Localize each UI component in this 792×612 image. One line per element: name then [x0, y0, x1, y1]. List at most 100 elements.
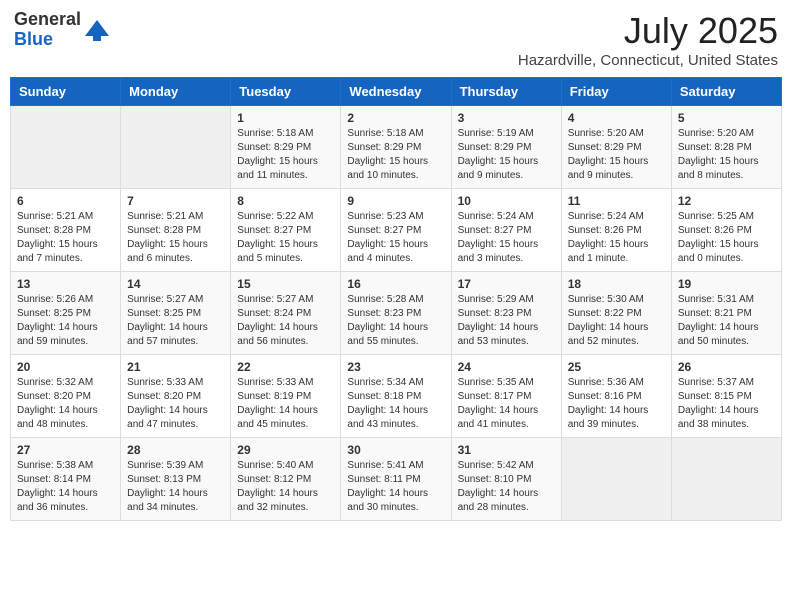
day-number: 13 — [17, 277, 114, 291]
calendar-cell: 24 Sunrise: 5:35 AMSunset: 8:17 PMDaylig… — [451, 355, 561, 438]
day-number: 6 — [17, 194, 114, 208]
calendar-cell: 23 Sunrise: 5:34 AMSunset: 8:18 PMDaylig… — [341, 355, 451, 438]
day-number: 1 — [237, 111, 334, 125]
day-info: Sunrise: 5:35 AMSunset: 8:17 PMDaylight:… — [458, 377, 539, 430]
calendar-week-row: 13 Sunrise: 5:26 AMSunset: 8:25 PMDaylig… — [11, 272, 782, 355]
day-info: Sunrise: 5:31 AMSunset: 8:21 PMDaylight:… — [678, 294, 759, 347]
calendar-cell: 18 Sunrise: 5:30 AMSunset: 8:22 PMDaylig… — [561, 272, 671, 355]
calendar-cell — [11, 106, 121, 189]
day-info: Sunrise: 5:38 AMSunset: 8:14 PMDaylight:… — [17, 460, 98, 513]
weekday-header: Friday — [561, 78, 671, 106]
calendar-cell: 25 Sunrise: 5:36 AMSunset: 8:16 PMDaylig… — [561, 355, 671, 438]
day-info: Sunrise: 5:41 AMSunset: 8:11 PMDaylight:… — [347, 460, 428, 513]
calendar-cell: 19 Sunrise: 5:31 AMSunset: 8:21 PMDaylig… — [671, 272, 781, 355]
calendar-cell: 12 Sunrise: 5:25 AMSunset: 8:26 PMDaylig… — [671, 189, 781, 272]
logo-general: General — [14, 10, 81, 30]
calendar-cell — [561, 438, 671, 521]
day-info: Sunrise: 5:27 AMSunset: 8:25 PMDaylight:… — [127, 294, 208, 347]
calendar-cell: 6 Sunrise: 5:21 AMSunset: 8:28 PMDayligh… — [11, 189, 121, 272]
day-number: 17 — [458, 277, 555, 291]
day-number: 8 — [237, 194, 334, 208]
calendar-cell: 17 Sunrise: 5:29 AMSunset: 8:23 PMDaylig… — [451, 272, 561, 355]
day-info: Sunrise: 5:29 AMSunset: 8:23 PMDaylight:… — [458, 294, 539, 347]
day-info: Sunrise: 5:33 AMSunset: 8:19 PMDaylight:… — [237, 377, 318, 430]
calendar-cell: 28 Sunrise: 5:39 AMSunset: 8:13 PMDaylig… — [121, 438, 231, 521]
calendar-cell: 5 Sunrise: 5:20 AMSunset: 8:28 PMDayligh… — [671, 106, 781, 189]
day-number: 23 — [347, 360, 444, 374]
logo: General Blue — [14, 10, 111, 50]
day-number: 9 — [347, 194, 444, 208]
day-info: Sunrise: 5:22 AMSunset: 8:27 PMDaylight:… — [237, 211, 318, 264]
calendar-cell: 16 Sunrise: 5:28 AMSunset: 8:23 PMDaylig… — [341, 272, 451, 355]
day-info: Sunrise: 5:21 AMSunset: 8:28 PMDaylight:… — [127, 211, 208, 264]
day-number: 26 — [678, 360, 775, 374]
page-header: General Blue July 2025 Hazardville, Conn… — [10, 10, 782, 69]
day-number: 16 — [347, 277, 444, 291]
day-number: 15 — [237, 277, 334, 291]
day-info: Sunrise: 5:24 AMSunset: 8:26 PMDaylight:… — [568, 211, 649, 264]
weekday-header: Saturday — [671, 78, 781, 106]
title-location: Hazardville, Connecticut, United States — [518, 52, 778, 69]
calendar-week-row: 1 Sunrise: 5:18 AMSunset: 8:29 PMDayligh… — [11, 106, 782, 189]
calendar-cell — [671, 438, 781, 521]
calendar-cell: 14 Sunrise: 5:27 AMSunset: 8:25 PMDaylig… — [121, 272, 231, 355]
day-number: 11 — [568, 194, 665, 208]
day-info: Sunrise: 5:25 AMSunset: 8:26 PMDaylight:… — [678, 211, 759, 264]
calendar-cell: 8 Sunrise: 5:22 AMSunset: 8:27 PMDayligh… — [231, 189, 341, 272]
calendar-cell: 1 Sunrise: 5:18 AMSunset: 8:29 PMDayligh… — [231, 106, 341, 189]
day-info: Sunrise: 5:42 AMSunset: 8:10 PMDaylight:… — [458, 460, 539, 513]
calendar-cell: 27 Sunrise: 5:38 AMSunset: 8:14 PMDaylig… — [11, 438, 121, 521]
day-info: Sunrise: 5:23 AMSunset: 8:27 PMDaylight:… — [347, 211, 428, 264]
day-number: 27 — [17, 443, 114, 457]
day-number: 10 — [458, 194, 555, 208]
calendar-cell: 29 Sunrise: 5:40 AMSunset: 8:12 PMDaylig… — [231, 438, 341, 521]
calendar-cell: 31 Sunrise: 5:42 AMSunset: 8:10 PMDaylig… — [451, 438, 561, 521]
calendar-cell: 7 Sunrise: 5:21 AMSunset: 8:28 PMDayligh… — [121, 189, 231, 272]
day-info: Sunrise: 5:19 AMSunset: 8:29 PMDaylight:… — [458, 128, 539, 181]
day-info: Sunrise: 5:27 AMSunset: 8:24 PMDaylight:… — [237, 294, 318, 347]
calendar-cell: 21 Sunrise: 5:33 AMSunset: 8:20 PMDaylig… — [121, 355, 231, 438]
day-info: Sunrise: 5:39 AMSunset: 8:13 PMDaylight:… — [127, 460, 208, 513]
day-info: Sunrise: 5:30 AMSunset: 8:22 PMDaylight:… — [568, 294, 649, 347]
day-info: Sunrise: 5:18 AMSunset: 8:29 PMDaylight:… — [347, 128, 428, 181]
day-number: 24 — [458, 360, 555, 374]
weekday-header: Sunday — [11, 78, 121, 106]
day-number: 22 — [237, 360, 334, 374]
calendar-cell: 10 Sunrise: 5:24 AMSunset: 8:27 PMDaylig… — [451, 189, 561, 272]
day-number: 3 — [458, 111, 555, 125]
calendar-week-row: 27 Sunrise: 5:38 AMSunset: 8:14 PMDaylig… — [11, 438, 782, 521]
day-info: Sunrise: 5:21 AMSunset: 8:28 PMDaylight:… — [17, 211, 98, 264]
calendar-cell: 20 Sunrise: 5:32 AMSunset: 8:20 PMDaylig… — [11, 355, 121, 438]
calendar-cell: 15 Sunrise: 5:27 AMSunset: 8:24 PMDaylig… — [231, 272, 341, 355]
calendar-cell: 11 Sunrise: 5:24 AMSunset: 8:26 PMDaylig… — [561, 189, 671, 272]
day-info: Sunrise: 5:32 AMSunset: 8:20 PMDaylight:… — [17, 377, 98, 430]
calendar-cell: 26 Sunrise: 5:37 AMSunset: 8:15 PMDaylig… — [671, 355, 781, 438]
day-info: Sunrise: 5:18 AMSunset: 8:29 PMDaylight:… — [237, 128, 318, 181]
calendar-table: SundayMondayTuesdayWednesdayThursdayFrid… — [10, 77, 782, 521]
calendar-cell: 9 Sunrise: 5:23 AMSunset: 8:27 PMDayligh… — [341, 189, 451, 272]
title-area: July 2025 Hazardville, Connecticut, Unit… — [518, 10, 778, 69]
calendar-cell: 13 Sunrise: 5:26 AMSunset: 8:25 PMDaylig… — [11, 272, 121, 355]
day-info: Sunrise: 5:26 AMSunset: 8:25 PMDaylight:… — [17, 294, 98, 347]
day-info: Sunrise: 5:20 AMSunset: 8:28 PMDaylight:… — [678, 128, 759, 181]
day-info: Sunrise: 5:28 AMSunset: 8:23 PMDaylight:… — [347, 294, 428, 347]
calendar-cell: 30 Sunrise: 5:41 AMSunset: 8:11 PMDaylig… — [341, 438, 451, 521]
logo-blue: Blue — [14, 30, 81, 50]
day-info: Sunrise: 5:36 AMSunset: 8:16 PMDaylight:… — [568, 377, 649, 430]
day-info: Sunrise: 5:33 AMSunset: 8:20 PMDaylight:… — [127, 377, 208, 430]
day-number: 18 — [568, 277, 665, 291]
day-number: 7 — [127, 194, 224, 208]
day-number: 25 — [568, 360, 665, 374]
day-info: Sunrise: 5:34 AMSunset: 8:18 PMDaylight:… — [347, 377, 428, 430]
day-number: 4 — [568, 111, 665, 125]
weekday-header: Tuesday — [231, 78, 341, 106]
calendar-cell — [121, 106, 231, 189]
calendar-week-row: 6 Sunrise: 5:21 AMSunset: 8:28 PMDayligh… — [11, 189, 782, 272]
calendar-cell: 4 Sunrise: 5:20 AMSunset: 8:29 PMDayligh… — [561, 106, 671, 189]
day-number: 19 — [678, 277, 775, 291]
day-number: 14 — [127, 277, 224, 291]
day-number: 28 — [127, 443, 224, 457]
day-number: 29 — [237, 443, 334, 457]
calendar-cell: 22 Sunrise: 5:33 AMSunset: 8:19 PMDaylig… — [231, 355, 341, 438]
calendar-week-row: 20 Sunrise: 5:32 AMSunset: 8:20 PMDaylig… — [11, 355, 782, 438]
